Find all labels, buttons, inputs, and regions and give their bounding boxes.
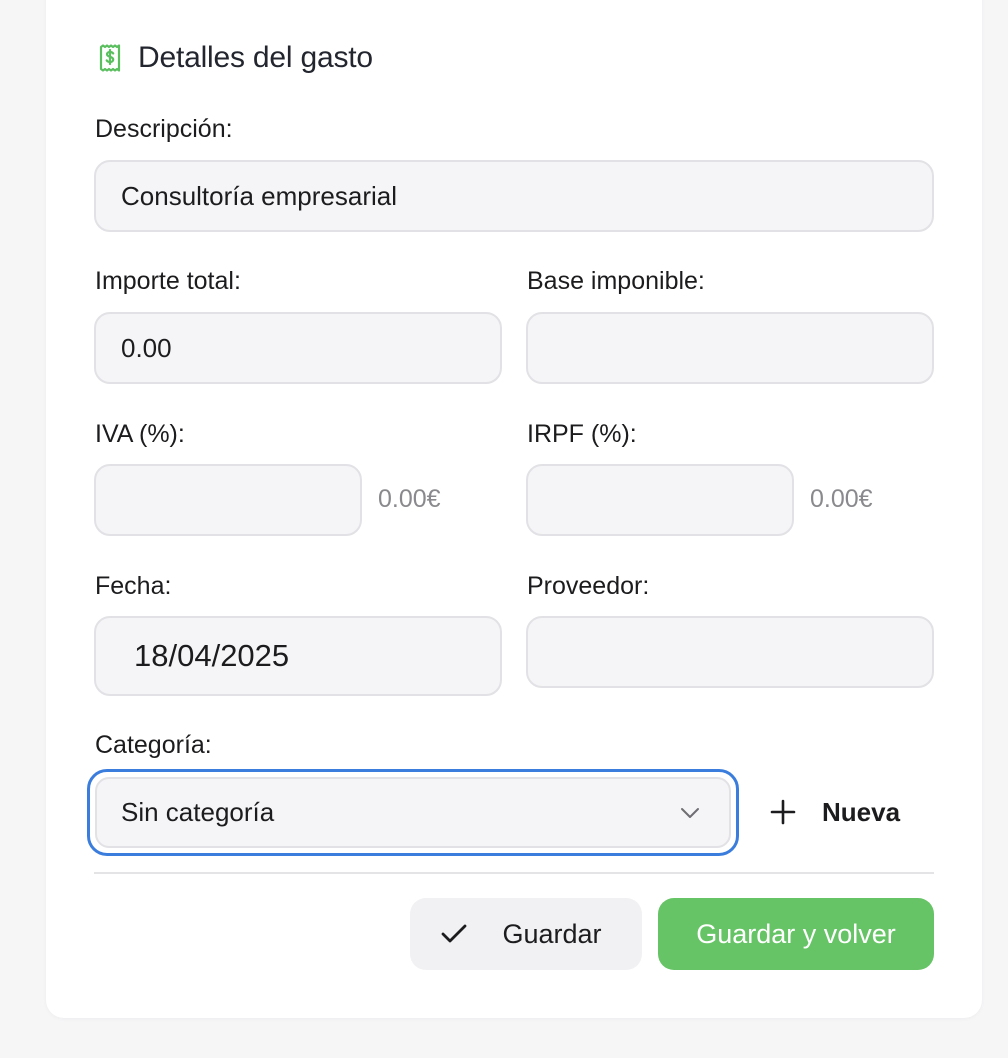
- total-amount-input[interactable]: 0.00: [94, 312, 502, 384]
- date-value: 18/04/2025: [134, 638, 290, 673]
- supplier-label: Proveedor:: [527, 572, 650, 600]
- iva-amount: 0.00€: [378, 485, 441, 513]
- save-button-label: Guardar: [502, 918, 602, 949]
- receipt-dollar-icon: [99, 44, 121, 72]
- category-select[interactable]: Sin categoría: [95, 777, 731, 848]
- section-header: Detalles del gasto: [96, 38, 373, 78]
- irpf-input[interactable]: [526, 464, 794, 536]
- save-and-back-label: Guardar y volver: [696, 918, 896, 949]
- checkmark-icon: [442, 924, 467, 943]
- category-select-focus-ring[interactable]: Sin categoría: [87, 769, 739, 856]
- taxable-base-label: Base imponible:: [527, 267, 705, 295]
- irpf-label: IRPF (%):: [527, 420, 637, 448]
- divider: [94, 872, 934, 874]
- description-input[interactable]: Consultoría empresarial: [94, 160, 934, 232]
- plus-icon: [770, 799, 796, 825]
- save-button[interactable]: Guardar: [410, 898, 642, 970]
- chevron-down-icon: [681, 807, 699, 818]
- save-and-back-button[interactable]: Guardar y volver: [658, 898, 934, 970]
- category-selected-value: Sin categoría: [121, 797, 275, 827]
- total-amount-label: Importe total:: [95, 267, 241, 295]
- date-label: Fecha:: [95, 572, 172, 600]
- category-label: Categoría:: [95, 731, 212, 759]
- taxable-base-input[interactable]: [526, 312, 934, 384]
- irpf-amount: 0.00€: [810, 485, 873, 513]
- new-category-button[interactable]: Nueva: [770, 788, 900, 836]
- iva-label: IVA (%):: [95, 420, 185, 448]
- new-category-label: Nueva: [822, 796, 901, 827]
- date-input[interactable]: 18/04/2025: [94, 616, 502, 696]
- supplier-input[interactable]: [526, 616, 934, 688]
- section-title: Detalles del gasto: [138, 41, 373, 74]
- description-label: Descripción:: [95, 115, 233, 143]
- description-value: Consultoría empresarial: [121, 180, 398, 211]
- iva-input[interactable]: [94, 464, 362, 536]
- total-amount-value: 0.00: [121, 332, 172, 363]
